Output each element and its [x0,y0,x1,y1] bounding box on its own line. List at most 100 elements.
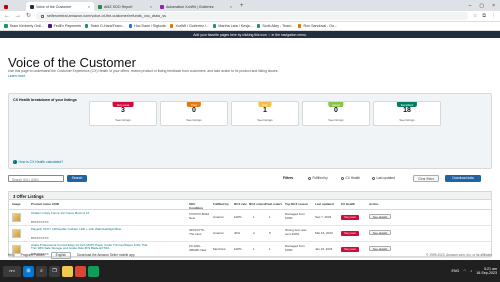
close-window-icon[interactable]: × [492,3,495,9]
reload-icon[interactable]: ↻ [26,13,31,19]
see-listings-link[interactable]: See listings [232,118,298,122]
forward-icon[interactable]: → [15,13,21,19]
clock[interactable]: 5:21 am 16-Sep-2023 [476,267,497,276]
bookmark-item[interactable]: Team Kimberly Ordi... [4,24,44,28]
language-select[interactable]: English [50,251,72,259]
volume-icon[interactable]: ♪ [470,269,472,273]
close-tab-icon[interactable]: × [150,4,152,9]
bookmark-label: Team D-Hara/Team... [90,24,125,28]
column-header: Fulfilled by [213,202,229,206]
bookmark-star-icon[interactable]: ☆ [473,13,477,19]
chrome-icon[interactable] [75,265,86,277]
column-header: Product name ASIN [31,202,59,206]
bookmark-item[interactable]: Ron Sandoval - Ou... [297,24,337,28]
browser-tab[interactable]: AMZ SOO Report × [94,2,156,11]
language-indicator[interactable]: ENG [451,269,459,273]
weather-widget[interactable]: 73°F [3,265,21,277]
listing-heading: 3 Offer Listings [9,192,491,200]
cx-health-panel: CX Health breakdown of your listings Ver… [8,93,492,169]
search-input[interactable]: Search SKU, ASIN [8,175,64,182]
see-listings-link[interactable]: See listings [374,118,440,122]
asin: B0XXXXXXX [31,235,49,240]
filter-cx-health[interactable]: CX Health [341,176,360,180]
bookmark-label: FedEx Payments [53,24,81,28]
address-bar: ← → ↻ sellercentral.amazon.com/voice-of-… [0,11,500,22]
bookmark-item[interactable]: FedEx Payments [48,24,81,28]
cx-health-title: CX Health breakdown of your listings [13,98,77,102]
browser-tab[interactable] [0,2,26,11]
browser-tab-active[interactable]: Voice of the Customer × [26,2,94,11]
fulfilled-by: Amazon [213,231,225,235]
product-name-link[interactable]: Playjolly SCUY 14Playable Cudderr LED + … [31,227,151,232]
cx-health-card[interactable]: Fair 1 See listings [231,101,299,126]
bookmark-label: Scott Alley - Team... [262,24,294,28]
clock-date: 16-Sep-2023 [476,271,497,275]
cx-health-card[interactable]: Poor 0 See listings [160,101,228,126]
program-policies-link[interactable]: Program Policies [21,253,45,257]
start-icon[interactable]: ⊞ [23,265,34,277]
close-tab-icon[interactable]: × [88,4,90,9]
search-icon[interactable]: ⌕ [36,265,47,277]
cx-health-calc-link[interactable]: i How is CX Health calculated? [13,160,63,164]
download-data-button[interactable]: Download data [445,175,481,182]
close-tab-icon[interactable]: × [230,4,232,9]
bookmarks-bar: Team Kimberly Ordi... FedEx Payments Team … [0,22,500,31]
see-details-button[interactable]: See details [369,230,391,235]
filter-fulfilled-by[interactable]: Fulfilled by [308,176,328,180]
total-orders: 5 [269,231,271,235]
wifi-icon[interactable]: ◠ [463,269,466,273]
see-listings-link[interactable]: See listings [161,118,227,122]
bookmark-item[interactable]: XorWit / Gutierrez /... [169,24,209,28]
product-name-link[interactable]: Chatter Crispy Forme 1/2 Ounce Bowl of 1… [31,211,151,216]
amazon-favicon-icon [30,4,34,9]
clear-filters-button[interactable]: Clear filters [413,175,439,182]
menu-icon[interactable]: ⋮ [491,13,496,19]
new-tab-icon[interactable]: + [236,3,248,11]
copyright: © 1999-2023, Amazon.com, Inc. or its aff… [426,253,492,257]
excel-icon[interactable] [88,265,99,277]
bookmark-item[interactable]: Scott Alley - Team... [256,24,294,28]
cx-health-card[interactable]: Excellent 18 See listings [373,101,441,126]
bookmark-favicon-icon [256,24,261,28]
product-image[interactable] [12,213,21,222]
url-field[interactable]: sellercentral.amazon.com/voice-of-the-cu… [36,12,468,20]
bookmark-label: Hux Dami / Sigkode [134,24,166,28]
lock-icon [41,14,45,18]
bookmark-favicon-icon [48,24,52,28]
cx-health-calc-label: How is CX Health calculated? [18,160,64,164]
table-header: Image Product name ASIN SKU Condition Fulfi… [9,200,491,210]
back-icon[interactable]: ← [4,13,10,19]
column-header: NCX orders [249,202,266,206]
see-details-button[interactable]: See details [369,214,391,219]
bookmark-label: Martha Lara / Kesja... [218,24,253,28]
task-view-icon[interactable]: ❐ [49,265,60,277]
system-tray: ENG ◠ ♪ 5:21 am 16-Sep-2023 [451,267,497,276]
bookmark-item[interactable]: Team D-Hara/Team... [84,24,125,28]
extensions-icon[interactable]: ⧉ [482,13,486,19]
product-name-link[interactable]: Araba Professional Curved Edge 12-Inch M… [31,243,151,251]
listing-count: 3 [121,107,125,114]
bookmark-item[interactable]: Hux Dami / Sigkode [128,24,166,28]
mobile-app-link[interactable]: Download the Amazon Seller mobile app [77,253,134,257]
page-title: Voice of the Customer [8,55,136,70]
cx-health-card[interactable]: Good 0 See listings [302,101,370,126]
cx-health-badge: Very poor [341,214,359,220]
filter-last-updated[interactable]: Last updated [372,176,395,180]
help-link[interactable]: Help [8,253,15,257]
learn-more-link[interactable]: Learn more [8,74,25,78]
column-header: Last updated [315,202,334,206]
tab-label: Automation XorWit | Gutierrez [166,4,214,9]
product-image[interactable] [12,229,21,238]
see-listings-link[interactable]: See listings [90,118,156,122]
minimize-icon[interactable]: – [469,3,472,9]
maximize-icon[interactable]: ▢ [479,3,484,9]
cx-health-card[interactable]: Very poor 3 See listings [89,101,157,126]
file-explorer-icon[interactable] [62,265,73,277]
column-header: Total orders [265,202,283,206]
browser-tab[interactable]: Automation XorWit | Gutierrez × [156,2,236,11]
cx-health-badge: Very poor [341,230,359,236]
bookmark-item[interactable]: Martha Lara / Kesja... [212,24,253,28]
search-button[interactable]: Search [67,175,87,182]
tab-favicon-icon [4,4,8,9]
see-listings-link[interactable]: See listings [303,118,369,122]
